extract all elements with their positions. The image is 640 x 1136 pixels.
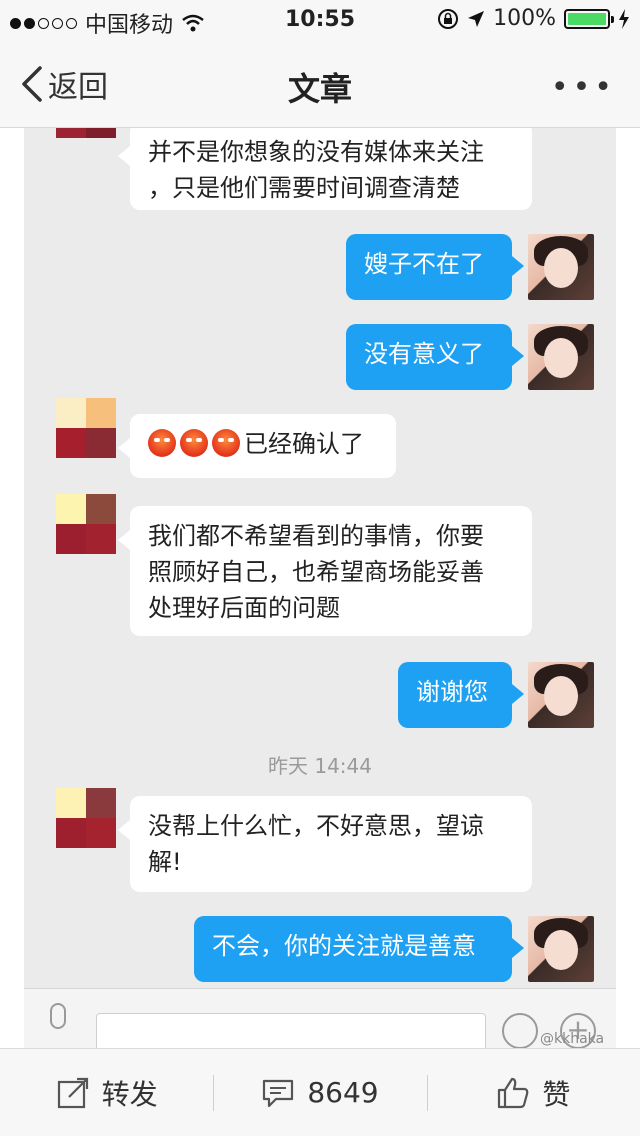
repost-button[interactable]: 转发 — [0, 1049, 213, 1136]
bottom-toolbar: 转发 8649 赞 — [0, 1048, 640, 1136]
location-icon — [468, 10, 485, 27]
comment-icon — [263, 1079, 294, 1107]
user-avatar — [528, 234, 594, 300]
chat-message-outgoing: 嫂子不在了 — [346, 234, 524, 300]
like-label: 赞 — [542, 1077, 571, 1111]
emoji-icon — [502, 1013, 538, 1049]
message-text: 已经确认了 — [244, 430, 364, 458]
battery-icon — [564, 8, 614, 29]
angry-emoji-icon — [212, 429, 240, 457]
thumbs-up-icon — [498, 1077, 529, 1108]
contact-avatar — [56, 788, 116, 848]
battery-percent: 100% — [493, 6, 556, 31]
chat-timestamp: 昨天 14:44 — [268, 754, 372, 778]
more-options-button[interactable]: ••• — [551, 70, 616, 105]
contact-avatar — [56, 494, 116, 554]
nav-bar: 返回 文章 ••• — [0, 40, 640, 128]
user-avatar — [528, 916, 594, 982]
like-button[interactable]: 赞 — [426, 1049, 640, 1136]
page-title: 文章 — [287, 70, 352, 108]
user-avatar — [528, 324, 594, 390]
charging-icon — [619, 8, 629, 29]
chat-message-outgoing: 没有意义了 — [346, 324, 524, 390]
comment-count: 8649 — [307, 1076, 379, 1109]
watermark: @kkhaka — [540, 1031, 605, 1047]
chat-message-incoming: 已经确认了 — [118, 414, 396, 478]
status-right-group: 100% — [437, 6, 630, 31]
status-bar: 中国移动 10:55 100% — [0, 0, 640, 40]
chat-screenshot: 并不是你想象的没有媒体来关注 ，只是他们需要时间调查清楚 嫂子不在了 没有意义了… — [24, 128, 616, 988]
angry-emoji-icon — [180, 429, 208, 457]
user-avatar — [528, 662, 594, 728]
repost-label: 转发 — [101, 1077, 158, 1111]
share-icon — [57, 1077, 88, 1108]
chat-message-incoming: 并不是你想象的没有媒体来关注 ，只是他们需要时间调查清楚 — [118, 128, 532, 210]
chat-input-field — [96, 1013, 486, 1053]
contact-avatar — [56, 128, 116, 138]
chat-message-outgoing: 谢谢您 — [398, 662, 524, 728]
chat-message-incoming: 没帮上什么忙，不好意思，望谅 解! — [118, 796, 532, 892]
chat-input-bar: + @kkhaka — [24, 988, 616, 1053]
chat-message-incoming: 我们都不希望看到的事情，你要 照顾好自己，也希望商场能妥善 处理好后面的问题 — [118, 506, 532, 636]
microphone-icon — [50, 1003, 66, 1029]
angry-emoji-icon — [148, 429, 176, 457]
rotation-lock-icon — [438, 8, 459, 29]
chat-message-outgoing: 不会，你的关注就是善意 — [194, 916, 524, 982]
comment-button[interactable]: 8649 — [213, 1049, 426, 1136]
contact-avatar — [56, 398, 116, 458]
